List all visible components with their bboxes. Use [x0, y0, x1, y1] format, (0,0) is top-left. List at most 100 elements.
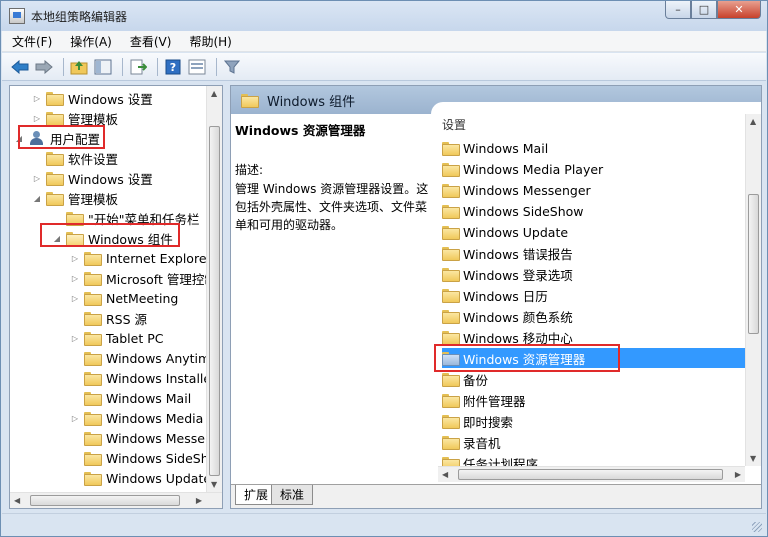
folder-icon: [84, 352, 102, 366]
minimize-button[interactable]: –: [665, 1, 691, 19]
tree-item-label: Windows Mail: [106, 390, 192, 406]
help-icon[interactable]: ?: [163, 57, 183, 77]
window-title: 本地组策略编辑器: [31, 10, 128, 24]
list-item[interactable]: Windows Media Player: [442, 159, 746, 179]
tree-item[interactable]: Windows Anytime Upgrade: [70, 348, 222, 368]
tree-item[interactable]: ▷ Tablet PC: [70, 328, 163, 348]
scroll-up-icon[interactable]: ▲: [211, 89, 217, 98]
toolbar-separator: [216, 57, 217, 76]
menu-view[interactable]: 查看(V): [130, 33, 172, 50]
tree-vertical-scrollbar[interactable]: ▲ ▼: [206, 86, 222, 492]
tree-item[interactable]: Windows SideShow: [70, 448, 222, 468]
tree-item[interactable]: ▷ Internet Explorer: [70, 248, 212, 268]
tree-item-label: Windows Installer: [106, 370, 217, 386]
tree-item[interactable]: 软件设置: [32, 148, 118, 168]
filter-icon[interactable]: [222, 57, 242, 77]
properties-icon[interactable]: [187, 57, 207, 77]
folder-icon: [84, 292, 102, 306]
menu-action[interactable]: 操作(A): [70, 33, 112, 50]
list-item[interactable]: 备份: [442, 369, 746, 389]
menu-bar: 文件(F) 操作(A) 查看(V) 帮助(H): [2, 31, 766, 52]
tree-item[interactable]: ▷ Microsoft 管理控制台: [70, 268, 222, 288]
export-list-icon[interactable]: [128, 57, 148, 77]
show-hide-tree-icon[interactable]: [93, 57, 113, 77]
expand-arrow-icon[interactable]: ▷: [70, 254, 80, 263]
folder-icon: [442, 394, 460, 408]
expand-arrow-icon[interactable]: ▷: [70, 294, 80, 303]
folder-icon: [442, 163, 460, 177]
list-item[interactable]: 附件管理器: [442, 390, 746, 410]
tree-item[interactable]: Windows Messenger: [70, 428, 222, 448]
back-arrow-icon[interactable]: [10, 57, 30, 77]
scroll-thumb[interactable]: [748, 194, 759, 334]
expand-arrow-icon[interactable]: ▷: [32, 174, 42, 183]
list-vertical-scrollbar[interactable]: ▲ ▼: [745, 114, 761, 466]
list-item-label: Windows Mail: [463, 140, 549, 156]
close-button[interactable]: ✕: [717, 1, 761, 19]
list-item-label: Windows Update: [463, 224, 569, 240]
list-item-label: Windows 日历: [463, 288, 548, 304]
expand-arrow-icon[interactable]: ▷: [32, 94, 42, 103]
scroll-thumb[interactable]: [209, 126, 220, 476]
scroll-left-icon[interactable]: ◀: [14, 496, 20, 505]
list-item-label: Windows 颜色系统: [463, 309, 573, 325]
list-item[interactable]: Windows SideShow: [442, 201, 746, 221]
list-item[interactable]: Windows Update: [442, 222, 746, 242]
tree-item[interactable]: Windows Installer: [70, 368, 216, 388]
list-horizontal-scrollbar[interactable]: ◀ ▶: [438, 466, 745, 482]
list-item[interactable]: 即时搜索: [442, 411, 746, 431]
list-item-label: 备份: [463, 372, 489, 388]
annotation-box-user-config: [18, 125, 105, 149]
tree-item[interactable]: ▷Windows Media Player: [70, 408, 222, 428]
tree-item[interactable]: ▷ NetMeeting: [70, 288, 178, 308]
collapse-arrow-icon[interactable]: ◢: [32, 194, 42, 203]
scroll-down-icon[interactable]: ▼: [211, 480, 217, 489]
expand-arrow-icon[interactable]: ▷: [70, 274, 80, 283]
expand-arrow-icon[interactable]: ▷: [70, 334, 80, 343]
toolbar-separator: [157, 57, 158, 76]
tree-item[interactable]: ▷ Windows 设置: [32, 168, 153, 188]
list-item[interactable]: Windows Messenger: [442, 180, 746, 200]
list-item[interactable]: Windows Mail: [442, 138, 746, 158]
list-item-label: 即时搜索: [463, 414, 514, 430]
resize-grip[interactable]: [752, 522, 762, 532]
list-item[interactable]: Windows 日历: [442, 285, 746, 305]
tree-item[interactable]: ◢ 管理模板: [32, 188, 118, 208]
tab-standard[interactable]: 标准: [271, 485, 314, 505]
scroll-thumb[interactable]: [458, 469, 723, 480]
description-text: 管理 Windows 资源管理器设置。这包括外壳属性、文件夹选项、文件菜单和可用…: [235, 182, 429, 232]
expand-arrow-icon[interactable]: ▷: [70, 414, 80, 423]
tree-horizontal-scrollbar[interactable]: ◀ ▶: [10, 492, 222, 508]
expand-arrow-icon[interactable]: ▷: [32, 114, 42, 123]
tree-item[interactable]: ▷ Windows 设置: [32, 88, 153, 108]
folder-icon: [442, 268, 460, 282]
list-item[interactable]: Windows 颜色系统: [442, 306, 746, 326]
list-item[interactable]: Windows 登录选项: [442, 264, 746, 284]
column-header-setting[interactable]: 设置: [442, 116, 466, 133]
tree-item[interactable]: RSS 源: [70, 308, 147, 328]
list-item[interactable]: Windows 错误报告: [442, 243, 746, 263]
folder-icon: [84, 312, 102, 326]
list-item[interactable]: 录音机: [442, 432, 746, 452]
scroll-up-icon[interactable]: ▲: [750, 117, 756, 126]
menu-file[interactable]: 文件(F): [12, 33, 52, 50]
folder-icon: [442, 436, 460, 450]
folder-icon: [46, 152, 64, 166]
forward-arrow-icon[interactable]: [34, 57, 54, 77]
menu-help[interactable]: 帮助(H): [189, 33, 231, 50]
scroll-down-icon[interactable]: ▼: [750, 454, 756, 463]
folder-icon: [442, 226, 460, 240]
scroll-right-icon[interactable]: ▶: [735, 470, 741, 479]
folder-icon: [46, 112, 64, 126]
title-bar[interactable]: 本地组策略编辑器 – □ ✕: [1, 1, 767, 31]
scroll-right-icon[interactable]: ▶: [196, 496, 202, 505]
scroll-left-icon[interactable]: ◀: [442, 470, 448, 479]
tree-item[interactable]: Windows Update: [70, 468, 211, 488]
maximize-button[interactable]: □: [691, 1, 717, 19]
up-folder-icon[interactable]: [69, 57, 89, 77]
scroll-thumb[interactable]: [30, 495, 180, 506]
tree-item[interactable]: Windows Mail: [70, 388, 191, 408]
folder-icon: [442, 142, 460, 156]
folder-icon: [442, 373, 460, 387]
view-tabs: 扩展 标准: [231, 484, 761, 508]
